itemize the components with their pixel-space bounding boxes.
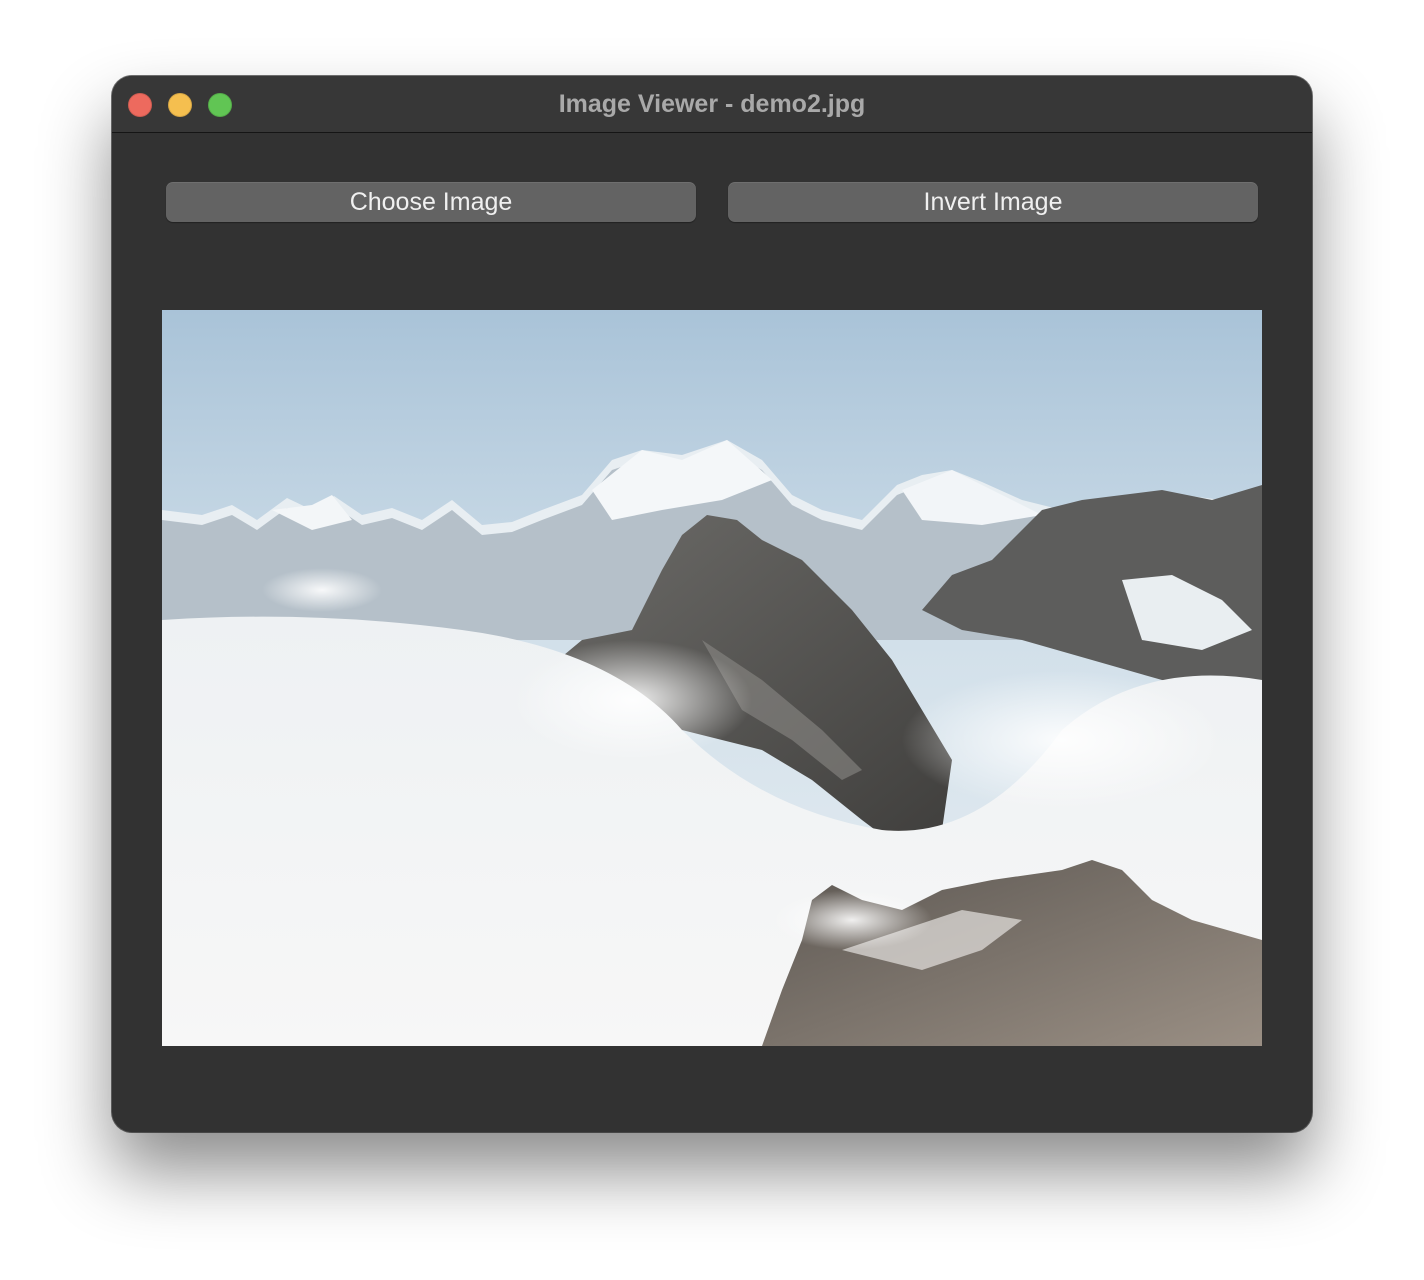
window-title: Image Viewer - demo2.jpg [558, 90, 866, 118]
image-viewer-window: Image Viewer - demo2.jpg Choose Image In… [112, 76, 1312, 1132]
mountain-photo [162, 310, 1262, 1046]
choose-image-button[interactable]: Choose Image [166, 182, 696, 222]
invert-image-button[interactable]: Invert Image [728, 182, 1258, 222]
title-bar[interactable]: Image Viewer - demo2.jpg [112, 76, 1312, 133]
displayed-image [162, 310, 1262, 1046]
